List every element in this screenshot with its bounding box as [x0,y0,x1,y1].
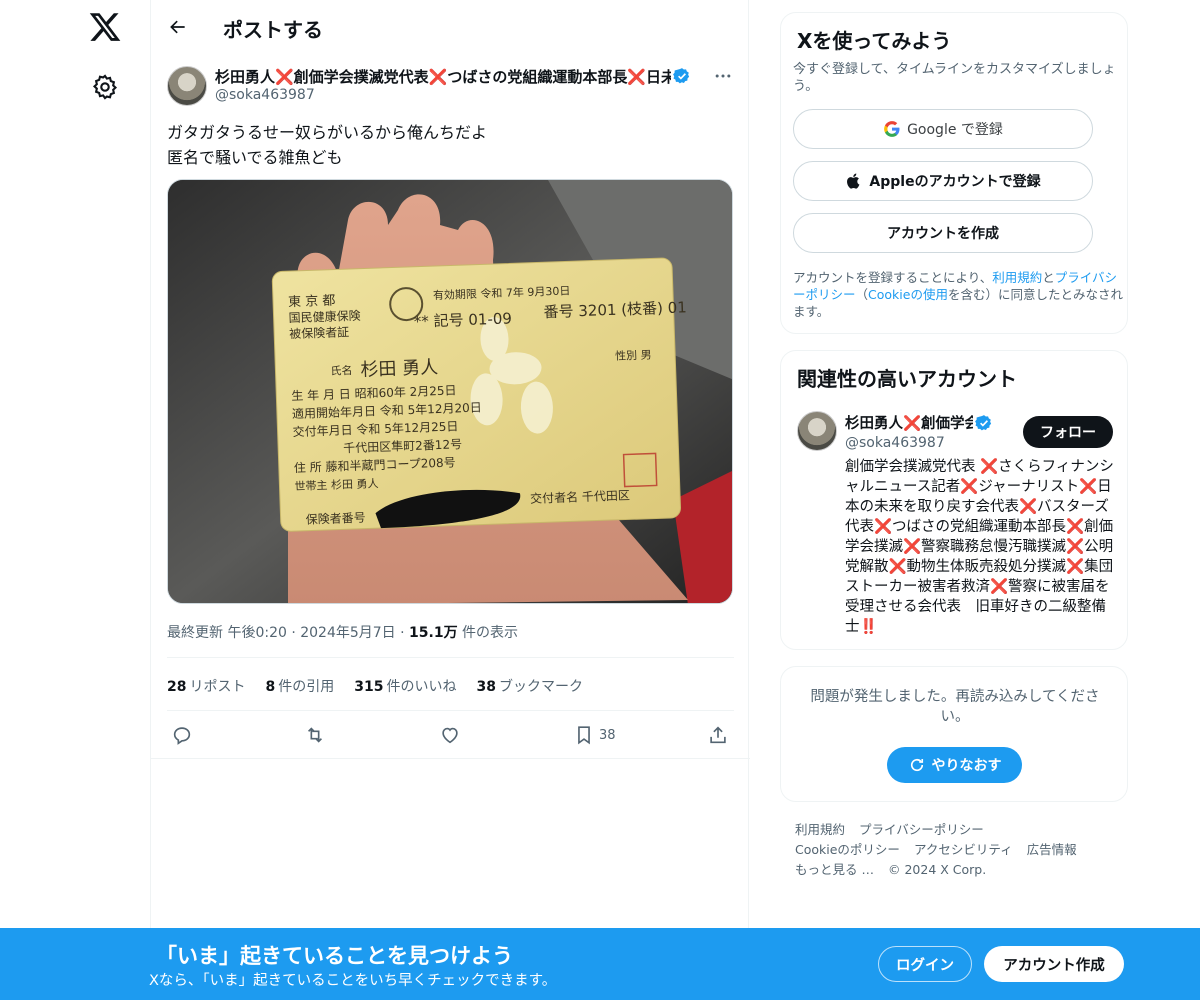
retry-label: やりなおす [931,758,1002,774]
terms-link[interactable]: 利用規約 [992,270,1042,285]
error-message: 問題が発生しました。再読み込みしてください。 [810,689,1100,725]
bookmark-icon [578,726,590,745]
footer-links: 利用規約 プライバシーポリシー Cookieのポリシー アクセシビリティ 広告情報 も… [795,820,1115,880]
footer-copyright: © 2024 X Corp. [887,862,987,877]
legal-text-3: （ [855,287,869,302]
legal-text-1: アカウントを登録することにより、 [793,270,993,285]
suggested-name-row[interactable]: 杉田勇人❌創価学会撲 [845,412,993,433]
card-line3: 被保険者証 [289,325,349,341]
signup-legal-text: アカウントを登録することにより、利用規約とプライバシーポリシー（Cookieの使… [793,269,1123,320]
main-column: ポストする 杉田勇人❌創価学会撲滅党代表❌つばさの党組織運動本部長❌日未来 @s… [150,0,750,930]
retry-button[interactable]: やりなおす [887,747,1022,783]
x-logo-icon[interactable] [88,10,122,44]
card-insurer: 保険者番号 [305,511,365,527]
post-meta: 最終更新 午後0:20 · 2024年5月7日 · 15.1万 件の表示 [167,622,518,642]
card-line2: 国民健康保険 [288,308,360,326]
author-name-row[interactable]: 杉田勇人❌創価学会撲滅党代表❌つばさの党組織運動本部長❌日未来 [215,66,691,86]
login-button[interactable]: ログイン [878,946,972,982]
reposts-stat[interactable]: 28 リポスト [167,676,245,696]
apple-signup-button[interactable]: Appleのアカウントで登録 [793,161,1093,201]
reply-icon[interactable] [171,722,193,748]
reposts-count: 28 [167,679,187,695]
divider [167,657,734,658]
quotes-label: 件の引用 [278,679,335,695]
photo-svg: 東 京 都 国民健康保険 被保険者証 有効期限 令和 7年 9月30日 ** 記… [168,180,732,603]
page-title: ポストする [223,18,323,42]
divider [151,758,750,759]
post-timestamp[interactable]: 最終更新 午後0:20 · 2024年5月7日 · [167,625,409,641]
divider [167,710,734,711]
banner-subtitle: Xなら、「いま」起きていることをいち早くチェックできます。 [149,973,557,989]
create-account-button[interactable]: アカウントを作成 [793,213,1093,253]
footer-link-cookie[interactable]: Cookieのポリシー [795,840,900,860]
google-signup-label: Google で登録 [907,122,1003,138]
back-arrow-icon[interactable] [163,12,193,42]
post-header: ポストする [151,0,750,53]
card-head: 世帯主 杉田 勇人 [294,476,378,493]
related-accounts-card: 関連性の高いアカウント 杉田勇人❌創価学会撲 @soka463987 フォロー … [780,350,1128,650]
author-name[interactable]: 杉田勇人❌創価学会撲滅党代表❌つばさの党組織運動本部長❌日未来 [215,66,671,86]
banner-title: 「いま」起きていることを見つけよう [156,944,513,968]
follow-button[interactable]: フォロー [1023,416,1113,448]
google-icon [884,121,900,137]
repost-icon[interactable] [304,722,326,748]
suggested-bio: 創価学会撲滅党代表 ❌さくらフィナンシャルニュース記者❌ジャーナリスト❌日本の未… [845,459,1114,635]
views-count: 15.1万 [409,625,458,641]
suggested-handle[interactable]: @soka463987 [845,435,945,451]
card-name-label: 氏名 [330,363,352,378]
card-name: 杉田 勇人 [360,357,438,381]
bookmark-count: 38 [599,727,616,743]
views-label: 件の表示 [457,625,519,641]
signup-banner: 「いま」起きていることを見つけよう Xなら、「いま」起きていることをいち早くチェ… [0,928,1200,1000]
post-stats: 28 リポスト 8 件の引用 315 件のいいね 38 ブックマーク [167,676,603,696]
share-icon[interactable] [707,722,729,748]
legal-text-2: と [1042,270,1055,285]
left-nav [0,0,150,1000]
bookmarks-stat[interactable]: 38 ブックマーク [476,676,582,696]
error-card: 問題が発生しました。再読み込みしてください。 やりなおす [780,666,1128,802]
footer-link-terms[interactable]: 利用規約 [795,820,845,840]
like-heart-icon[interactable] [439,722,461,748]
banner-signup-button[interactable]: アカウント作成 [984,946,1124,982]
refresh-icon [910,758,923,772]
create-account-label: アカウントを作成 [887,226,999,242]
footer-link-accessibility[interactable]: アクセシビリティ [914,840,1013,860]
footer-link-ads[interactable]: 広告情報 [1027,840,1077,860]
suggested-name[interactable]: 杉田勇人❌創価学会撲 [845,412,973,433]
footer-link-more[interactable]: もっと見る … [795,860,874,880]
author-handle[interactable]: @soka463987 [215,87,315,103]
bookmarks-label: ブックマーク [498,679,583,695]
likes-stat[interactable]: 315 件のいいね [354,676,456,696]
card-kigo: ** 記号 01-09 [414,309,513,330]
signup-card-subtitle: 今すぐ登録して、タイムラインをカスタマイズしましょう。 [793,62,1116,94]
apple-icon [847,173,860,189]
reposts-label: リポスト [189,679,246,695]
signup-card-title: Xを使ってみよう [797,29,952,53]
related-card-title: 関連性の高いアカウント [797,367,1017,391]
bookmark-button[interactable]: 38 [573,722,616,748]
post-actions: 38 [167,720,733,750]
footer-link-privacy[interactable]: プライバシーポリシー [859,820,984,840]
suggested-avatar[interactable] [797,411,837,451]
quotes-stat[interactable]: 8 件の引用 [265,676,334,696]
likes-count: 315 [354,679,384,695]
google-signup-button[interactable]: Google で登録 [793,109,1093,149]
likes-label: 件のいいね [386,679,457,695]
cookie-link[interactable]: Cookieの使用 [868,287,948,302]
verified-badge-icon [673,68,690,84]
quotes-count: 8 [265,679,276,695]
post-text: ガタガタうるせー奴らがいるから俺んちだよ 匿名で騒いでる雑魚ども [167,123,488,167]
bookmarks-count: 38 [476,679,496,695]
gear-icon[interactable] [91,73,119,101]
card-sex: 性別 男 [615,348,652,363]
author-avatar[interactable] [167,66,207,106]
post-media-photo[interactable]: 東 京 都 国民健康保険 被保険者証 有効期限 令和 7年 9月30日 ** 記… [167,179,733,604]
more-options-icon[interactable] [711,66,735,86]
verified-badge-icon [975,414,992,430]
apple-signup-label: Appleのアカウントで登録 [869,174,1041,190]
card-line1: 東 京 都 [288,293,336,311]
signup-card: Xを使ってみよう 今すぐ登録して、タイムラインをカスタマイズしましょう。 Goo… [780,12,1128,334]
